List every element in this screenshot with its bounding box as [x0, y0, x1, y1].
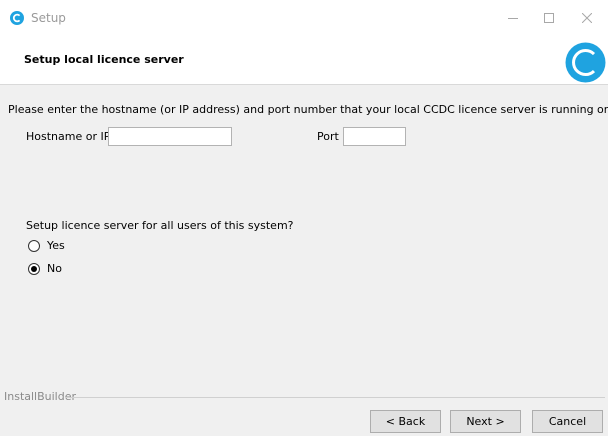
cancel-button[interactable]: Cancel [532, 410, 603, 433]
back-button[interactable]: < Back [370, 410, 441, 433]
port-label: Port [317, 130, 339, 143]
footer-divider [65, 397, 605, 398]
window-title: Setup [31, 11, 66, 25]
ccdc-logo-icon [565, 42, 606, 83]
maximize-icon [544, 13, 554, 23]
app-logo-icon [10, 11, 24, 25]
title-bar: Setup [0, 0, 608, 36]
close-icon [582, 13, 592, 23]
radio-yes-circle[interactable] [28, 240, 40, 252]
minimize-icon [508, 18, 518, 19]
all-users-question: Setup licence server for all users of th… [26, 219, 294, 232]
page-header: Setup local licence server [0, 36, 608, 85]
close-button[interactable] [568, 0, 606, 36]
radio-no-circle[interactable] [28, 263, 40, 275]
page-title: Setup local licence server [24, 53, 184, 66]
maximize-button[interactable] [530, 0, 568, 36]
minimize-button[interactable] [494, 0, 532, 36]
next-button[interactable]: Next > [450, 410, 521, 433]
port-input[interactable] [343, 127, 406, 146]
hostname-input[interactable] [108, 127, 232, 146]
intro-text: Please enter the hostname (or IP address… [8, 103, 608, 116]
hostname-label: Hostname or IP [26, 130, 111, 143]
radio-selected-dot [31, 266, 37, 272]
radio-no-label: No [47, 262, 62, 275]
radio-yes-label: Yes [47, 239, 65, 252]
